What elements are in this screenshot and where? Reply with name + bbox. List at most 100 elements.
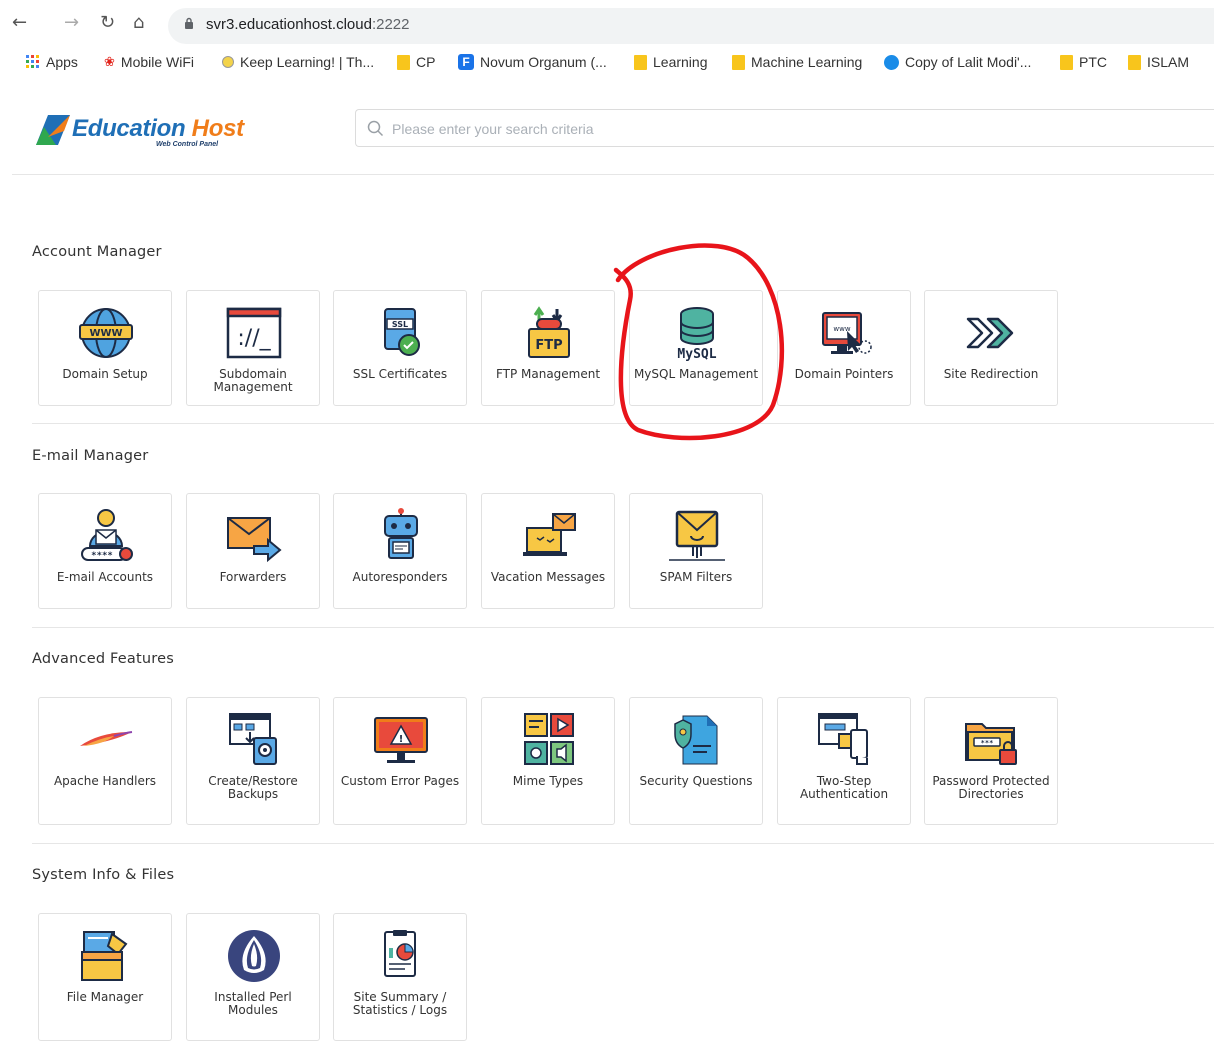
tile-ssl-certificates[interactable]: SSL SSL Certificates	[333, 290, 467, 406]
tile-forwarders[interactable]: Forwarders	[186, 493, 320, 609]
svg-text:!: !	[399, 734, 404, 745]
svg-text:WWW: WWW	[89, 328, 122, 339]
bookmark-mobile-wifi[interactable]: ❀ Mobile WiFi	[104, 54, 194, 70]
ssl-certificate-icon: SSL	[373, 305, 429, 361]
tile-two-step-authentication[interactable]: Two-Step Authentication	[777, 697, 911, 825]
backup-disk-icon	[226, 712, 282, 768]
tile-apache-handlers[interactable]: Apache Handlers	[38, 697, 172, 825]
tile-label: Domain Pointers	[794, 367, 894, 381]
tile-subdomain-management[interactable]: ://_ Subdomain Management	[186, 290, 320, 406]
svg-text:MySQL: MySQL	[677, 347, 716, 361]
tile-label: Domain Setup	[62, 367, 148, 381]
tile-label: E-mail Accounts	[56, 570, 154, 584]
tile-label: Security Questions	[639, 774, 753, 788]
perl-onion-icon	[226, 928, 282, 984]
tile-email-accounts[interactable]: **** E-mail Accounts	[38, 493, 172, 609]
search-box	[355, 109, 1214, 147]
redirect-arrows-icon	[964, 305, 1020, 361]
tile-autoresponders[interactable]: Autoresponders	[333, 493, 467, 609]
tile-label: Site Summary / Statistics / Logs	[352, 990, 448, 1017]
bookmarks-bar: Apps ❀ Mobile WiFi Keep Learning! | Th..…	[0, 50, 1214, 76]
bookmark-islam[interactable]: ISLAM	[1128, 54, 1189, 70]
tile-label: Apache Handlers	[53, 774, 157, 788]
tile-create-restore-backups[interactable]: Create/Restore Backups	[186, 697, 320, 825]
section-title-advanced-features: Advanced Features	[32, 651, 174, 667]
tile-label: Mime Types	[512, 774, 584, 788]
tile-vacation-messages[interactable]: Vacation Messages	[481, 493, 615, 609]
bookmark-novum-organum[interactable]: F Novum Organum (...	[458, 54, 607, 70]
forward-arrow-icon[interactable]: →	[64, 13, 79, 33]
tile-site-summary[interactable]: Site Summary / Statistics / Logs	[333, 913, 467, 1041]
spam-filter-icon	[669, 508, 725, 564]
subdomain-icon: ://_	[226, 305, 282, 361]
tile-site-redirection[interactable]: Site Redirection	[924, 290, 1058, 406]
url-text: svr3.educationhost.cloud:2222	[206, 16, 410, 33]
svg-text:FTP: FTP	[535, 338, 562, 353]
bookmark-learning[interactable]: Learning	[634, 54, 708, 70]
svg-text:www: www	[833, 325, 850, 333]
error-monitor-icon: !	[373, 712, 429, 768]
security-doc-icon	[669, 712, 725, 768]
locked-folder-icon: ***	[964, 712, 1020, 768]
section-divider	[32, 627, 1214, 628]
folder-icon	[397, 54, 410, 70]
www-globe-icon: WWW	[78, 305, 134, 361]
section-title-email-manager: E-mail Manager	[32, 448, 149, 464]
search-input[interactable]	[390, 118, 1174, 140]
lock-icon	[184, 17, 194, 30]
f-icon: F	[458, 54, 474, 70]
robot-icon	[373, 508, 429, 564]
reload-icon[interactable]: ↻	[100, 13, 115, 33]
tile-installed-perl-modules[interactable]: Installed Perl Modules	[186, 913, 320, 1041]
search-icon	[367, 120, 384, 137]
apache-feather-icon	[78, 712, 134, 768]
svg-text:****: ****	[91, 551, 113, 561]
header-divider	[12, 174, 1214, 175]
tile-label: MySQL Management	[633, 367, 759, 381]
tile-label: Create/Restore Backups	[208, 774, 298, 801]
bookmark-cp[interactable]: CP	[397, 54, 435, 70]
tile-label: Two-Step Authentication	[799, 774, 889, 801]
two-step-auth-icon	[817, 712, 873, 768]
tile-ftp-management[interactable]: FTP FTP Management	[481, 290, 615, 406]
education-host-logo-icon	[36, 115, 70, 145]
site-summary-icon	[373, 928, 429, 984]
domain-pointer-icon: www	[817, 305, 873, 361]
tile-label: Autoresponders	[352, 570, 448, 584]
back-arrow-icon[interactable]: ←	[12, 13, 27, 33]
tile-label: Password Protected Directories	[932, 774, 1050, 801]
tile-security-questions[interactable]: Security Questions	[629, 697, 763, 825]
tile-custom-error-pages[interactable]: ! Custom Error Pages	[333, 697, 467, 825]
forward-mail-icon	[226, 508, 282, 564]
svg-text:***: ***	[981, 739, 994, 747]
tile-label: Installed Perl Modules	[214, 990, 292, 1017]
tile-spam-filters[interactable]: SPAM Filters	[629, 493, 763, 609]
tile-label: Site Redirection	[943, 367, 1039, 381]
brand-logo[interactable]: Education Host Web Control Panel	[34, 111, 244, 151]
tile-label: Custom Error Pages	[340, 774, 460, 788]
tile-label: SPAM Filters	[659, 570, 733, 584]
mysql-database-icon: MySQL	[669, 305, 725, 361]
apps-grid-icon	[26, 55, 39, 68]
section-title-system-info-files: System Info & Files	[32, 867, 175, 883]
brand-subtitle: Web Control Panel	[156, 141, 219, 148]
bookmark-apps[interactable]: Apps	[26, 54, 78, 70]
bookmark-copy-lalit-modi[interactable]: Copy of Lalit Modi'...	[884, 54, 1031, 70]
folder-icon	[1128, 54, 1141, 70]
bookmark-keep-learning[interactable]: Keep Learning! | Th...	[222, 54, 374, 70]
bookmark-machine-learning[interactable]: Machine Learning	[732, 54, 862, 70]
tile-file-manager[interactable]: File Manager	[38, 913, 172, 1041]
tile-mysql-management[interactable]: MySQL MySQL Management	[629, 290, 763, 406]
svg-text:://_: ://_	[237, 326, 271, 351]
tile-label: Subdomain Management	[213, 367, 293, 394]
tile-domain-pointers[interactable]: www Domain Pointers	[777, 290, 911, 406]
svg-text:SSL: SSL	[392, 320, 408, 329]
tile-password-protected-directories[interactable]: *** Password Protected Directories	[924, 697, 1058, 825]
tile-domain-setup[interactable]: WWW Domain Setup	[38, 290, 172, 406]
huawei-icon: ❀	[104, 54, 115, 69]
home-icon[interactable]: ⌂	[133, 13, 144, 33]
section-divider	[32, 423, 1214, 424]
folder-icon	[1060, 54, 1073, 70]
tile-mime-types[interactable]: Mime Types	[481, 697, 615, 825]
bookmark-ptc[interactable]: PTC	[1060, 54, 1107, 70]
